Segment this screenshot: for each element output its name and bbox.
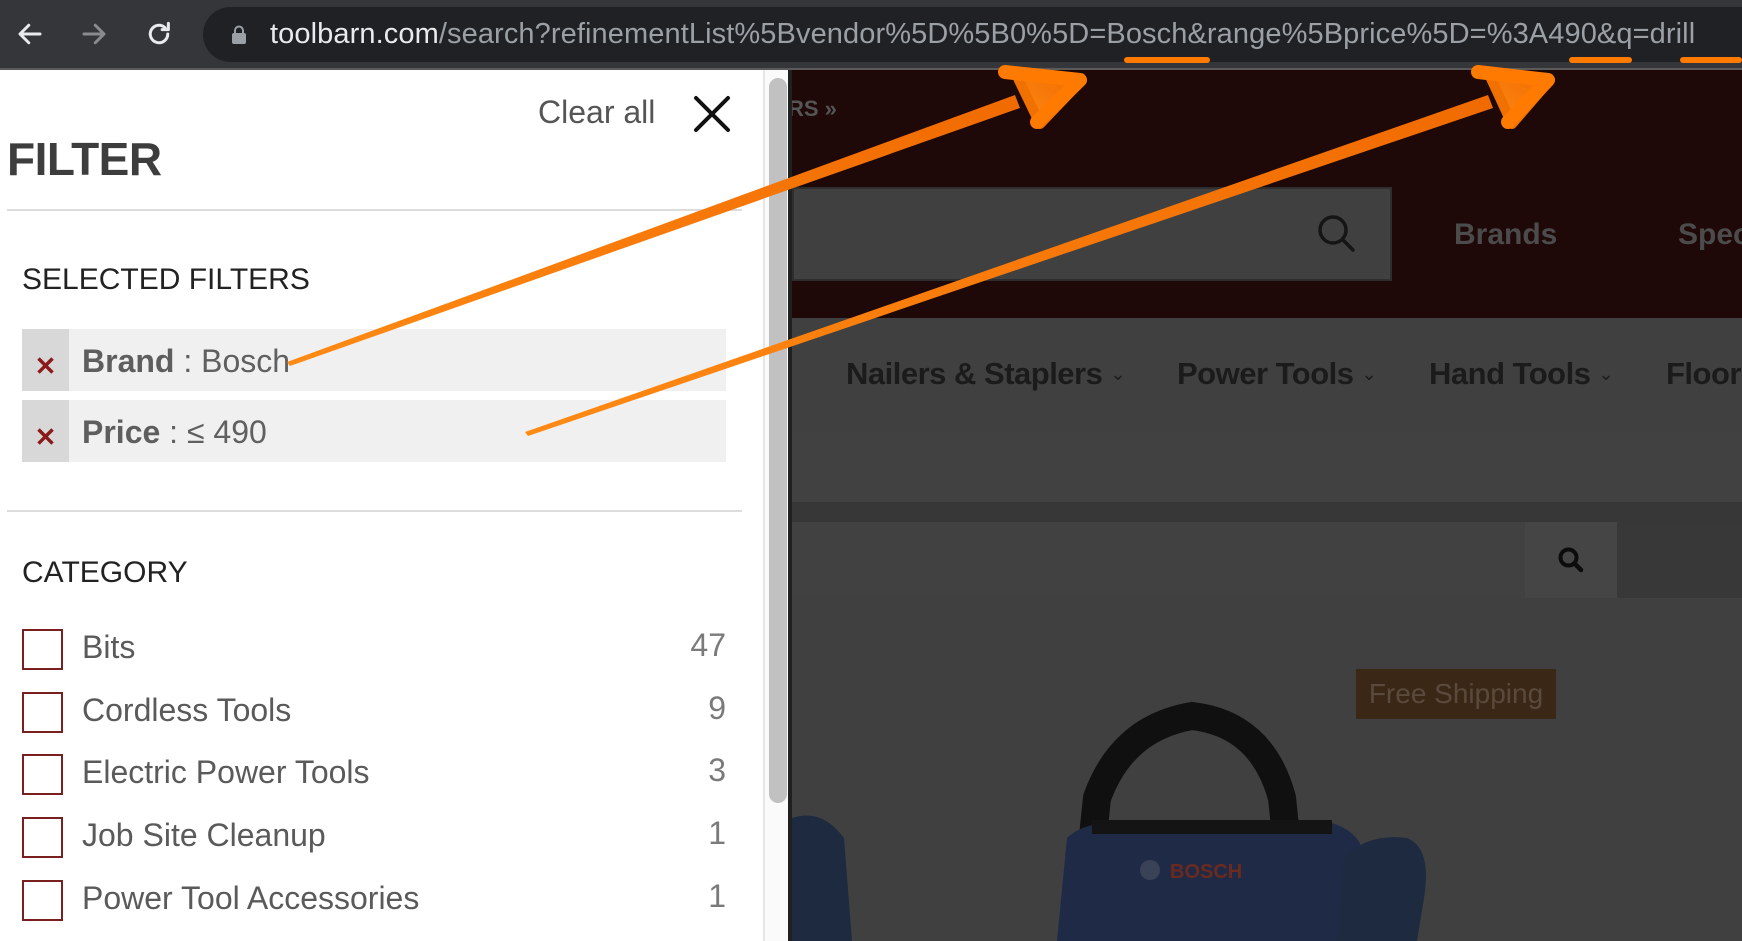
content-band (792, 432, 1742, 502)
results-search-input[interactable] (792, 522, 1617, 598)
checkbox[interactable] (22, 629, 63, 670)
nav-item-label: Power Tools (1177, 356, 1354, 391)
product-brand-mark: BOSCH (1170, 861, 1242, 883)
search-icon (1318, 215, 1355, 252)
panel-title: FILTER (7, 133, 162, 185)
remove-filter-icon[interactable]: ✕ (22, 400, 69, 462)
category-label: Cordless Tools (82, 692, 292, 728)
url-underline-price (1569, 57, 1632, 63)
url-text[interactable]: toolbarn.com/search?refinementList%5Bven… (270, 17, 1695, 51)
checkbox[interactable] (22, 880, 63, 921)
checkbox[interactable] (22, 754, 63, 795)
arrow-right-icon (82, 23, 106, 45)
category-option-power-tool-accessories[interactable]: Power Tool Accessories 1 (22, 878, 726, 922)
arrow-left-icon (18, 23, 42, 45)
category-option-bits[interactable]: Bits 47 (22, 627, 726, 671)
filter-value: Bosch (201, 343, 291, 379)
divider (7, 209, 742, 211)
selected-filter-brand: ✕ Brand : Bosch (22, 329, 726, 391)
category-count: 1 (708, 878, 726, 914)
nav-item-nailers-staplers[interactable]: Nailers & Staplers ⌄ (846, 356, 1125, 392)
reload-button[interactable] (139, 14, 179, 54)
site-header: RS » Brands Spec (792, 70, 1742, 318)
breadcrumb-fragment: RS » (792, 96, 837, 121)
search-icon (1558, 547, 1584, 573)
category-count: 9 (708, 690, 726, 726)
browser-toolbar: toolbarn.com/search?refinementList%5Bven… (0, 0, 1742, 70)
filter-name: Brand (82, 343, 175, 379)
free-shipping-badge: Free Shipping (1356, 669, 1556, 719)
back-button[interactable] (10, 14, 50, 54)
selected-filters-heading: SELECTED FILTERS (22, 263, 310, 296)
category-count: 47 (690, 627, 726, 663)
category-option-electric-power-tools[interactable]: Electric Power Tools 3 (22, 752, 726, 796)
category-option-cordless-tools[interactable]: Cordless Tools 9 (22, 690, 726, 734)
category-label: Power Tool Accessories (82, 880, 420, 916)
chevron-down-icon: ⌄ (1598, 364, 1614, 384)
close-icon[interactable] (690, 92, 734, 136)
category-count: 3 (708, 752, 726, 788)
clear-all-button[interactable]: Clear all (538, 94, 655, 131)
filter-value: ≤ 490 (186, 414, 267, 450)
nav-item-label: Nailers & Staplers (846, 356, 1103, 391)
url-underline-query (1680, 57, 1742, 63)
selected-filter-price: ✕ Price : ≤ 490 (22, 400, 726, 462)
nav-item-power-tools[interactable]: Power Tools ⌄ (1177, 356, 1377, 392)
product-image-drill-kit[interactable]: BOSCH (792, 598, 1742, 941)
product-grid: BOSCH (792, 598, 1742, 941)
url-host: toolbarn.com (270, 18, 439, 50)
results-search-button[interactable] (1525, 522, 1617, 598)
nav-item-flooring[interactable]: Floor (1666, 356, 1742, 392)
url-underline-bosch (1124, 57, 1210, 63)
category-label: Electric Power Tools (82, 754, 370, 790)
selected-filter-label: Price : ≤ 490 (82, 414, 267, 451)
filter-panel: Clear all FILTER SELECTED FILTERS ✕ Bran… (0, 70, 765, 941)
header-link-specials[interactable]: Spec (1678, 218, 1742, 252)
remove-filter-icon[interactable]: ✕ (22, 329, 69, 391)
filter-separator: : (174, 343, 202, 379)
chevron-down-icon: ⌄ (1361, 364, 1377, 384)
divider (7, 510, 742, 512)
header-link-brands[interactable]: Brands (1454, 218, 1557, 252)
results-toolbar-right (1617, 522, 1742, 598)
filter-name: Price (82, 414, 161, 450)
lock-icon (232, 25, 246, 44)
address-bar[interactable]: toolbarn.com/search?refinementList%5Bven… (203, 7, 1742, 62)
divider-stripe (792, 502, 1742, 522)
filter-separator: : (160, 414, 187, 450)
category-count: 1 (708, 815, 726, 851)
category-option-job-site-cleanup[interactable]: Job Site Cleanup 1 (22, 815, 726, 859)
url-path: /search?refinementList%5Bvendor%5D%5B0%5… (438, 18, 1696, 50)
category-nav: Nailers & Staplers ⌄ Power Tools ⌄ Hand To… (792, 318, 1742, 432)
category-heading: CATEGORY (22, 556, 188, 589)
category-label: Job Site Cleanup (82, 817, 326, 853)
panel-scrollbar-thumb[interactable] (769, 78, 787, 803)
reload-icon (148, 21, 170, 45)
nav-item-hand-tools[interactable]: Hand Tools ⌄ (1429, 356, 1614, 392)
page-background-overlay: RS » Brands Spec Nailers & Staplers ⌄ Pow… (792, 70, 1742, 941)
selected-filter-label: Brand : Bosch (82, 343, 290, 380)
checkbox[interactable] (22, 692, 63, 733)
category-label: Bits (82, 629, 136, 665)
forward-button[interactable] (74, 14, 114, 54)
nav-item-label: Hand Tools (1429, 356, 1591, 391)
chevron-down-icon: ⌄ (1110, 364, 1125, 384)
header-search-box[interactable] (792, 187, 1392, 281)
checkbox[interactable] (22, 817, 63, 858)
